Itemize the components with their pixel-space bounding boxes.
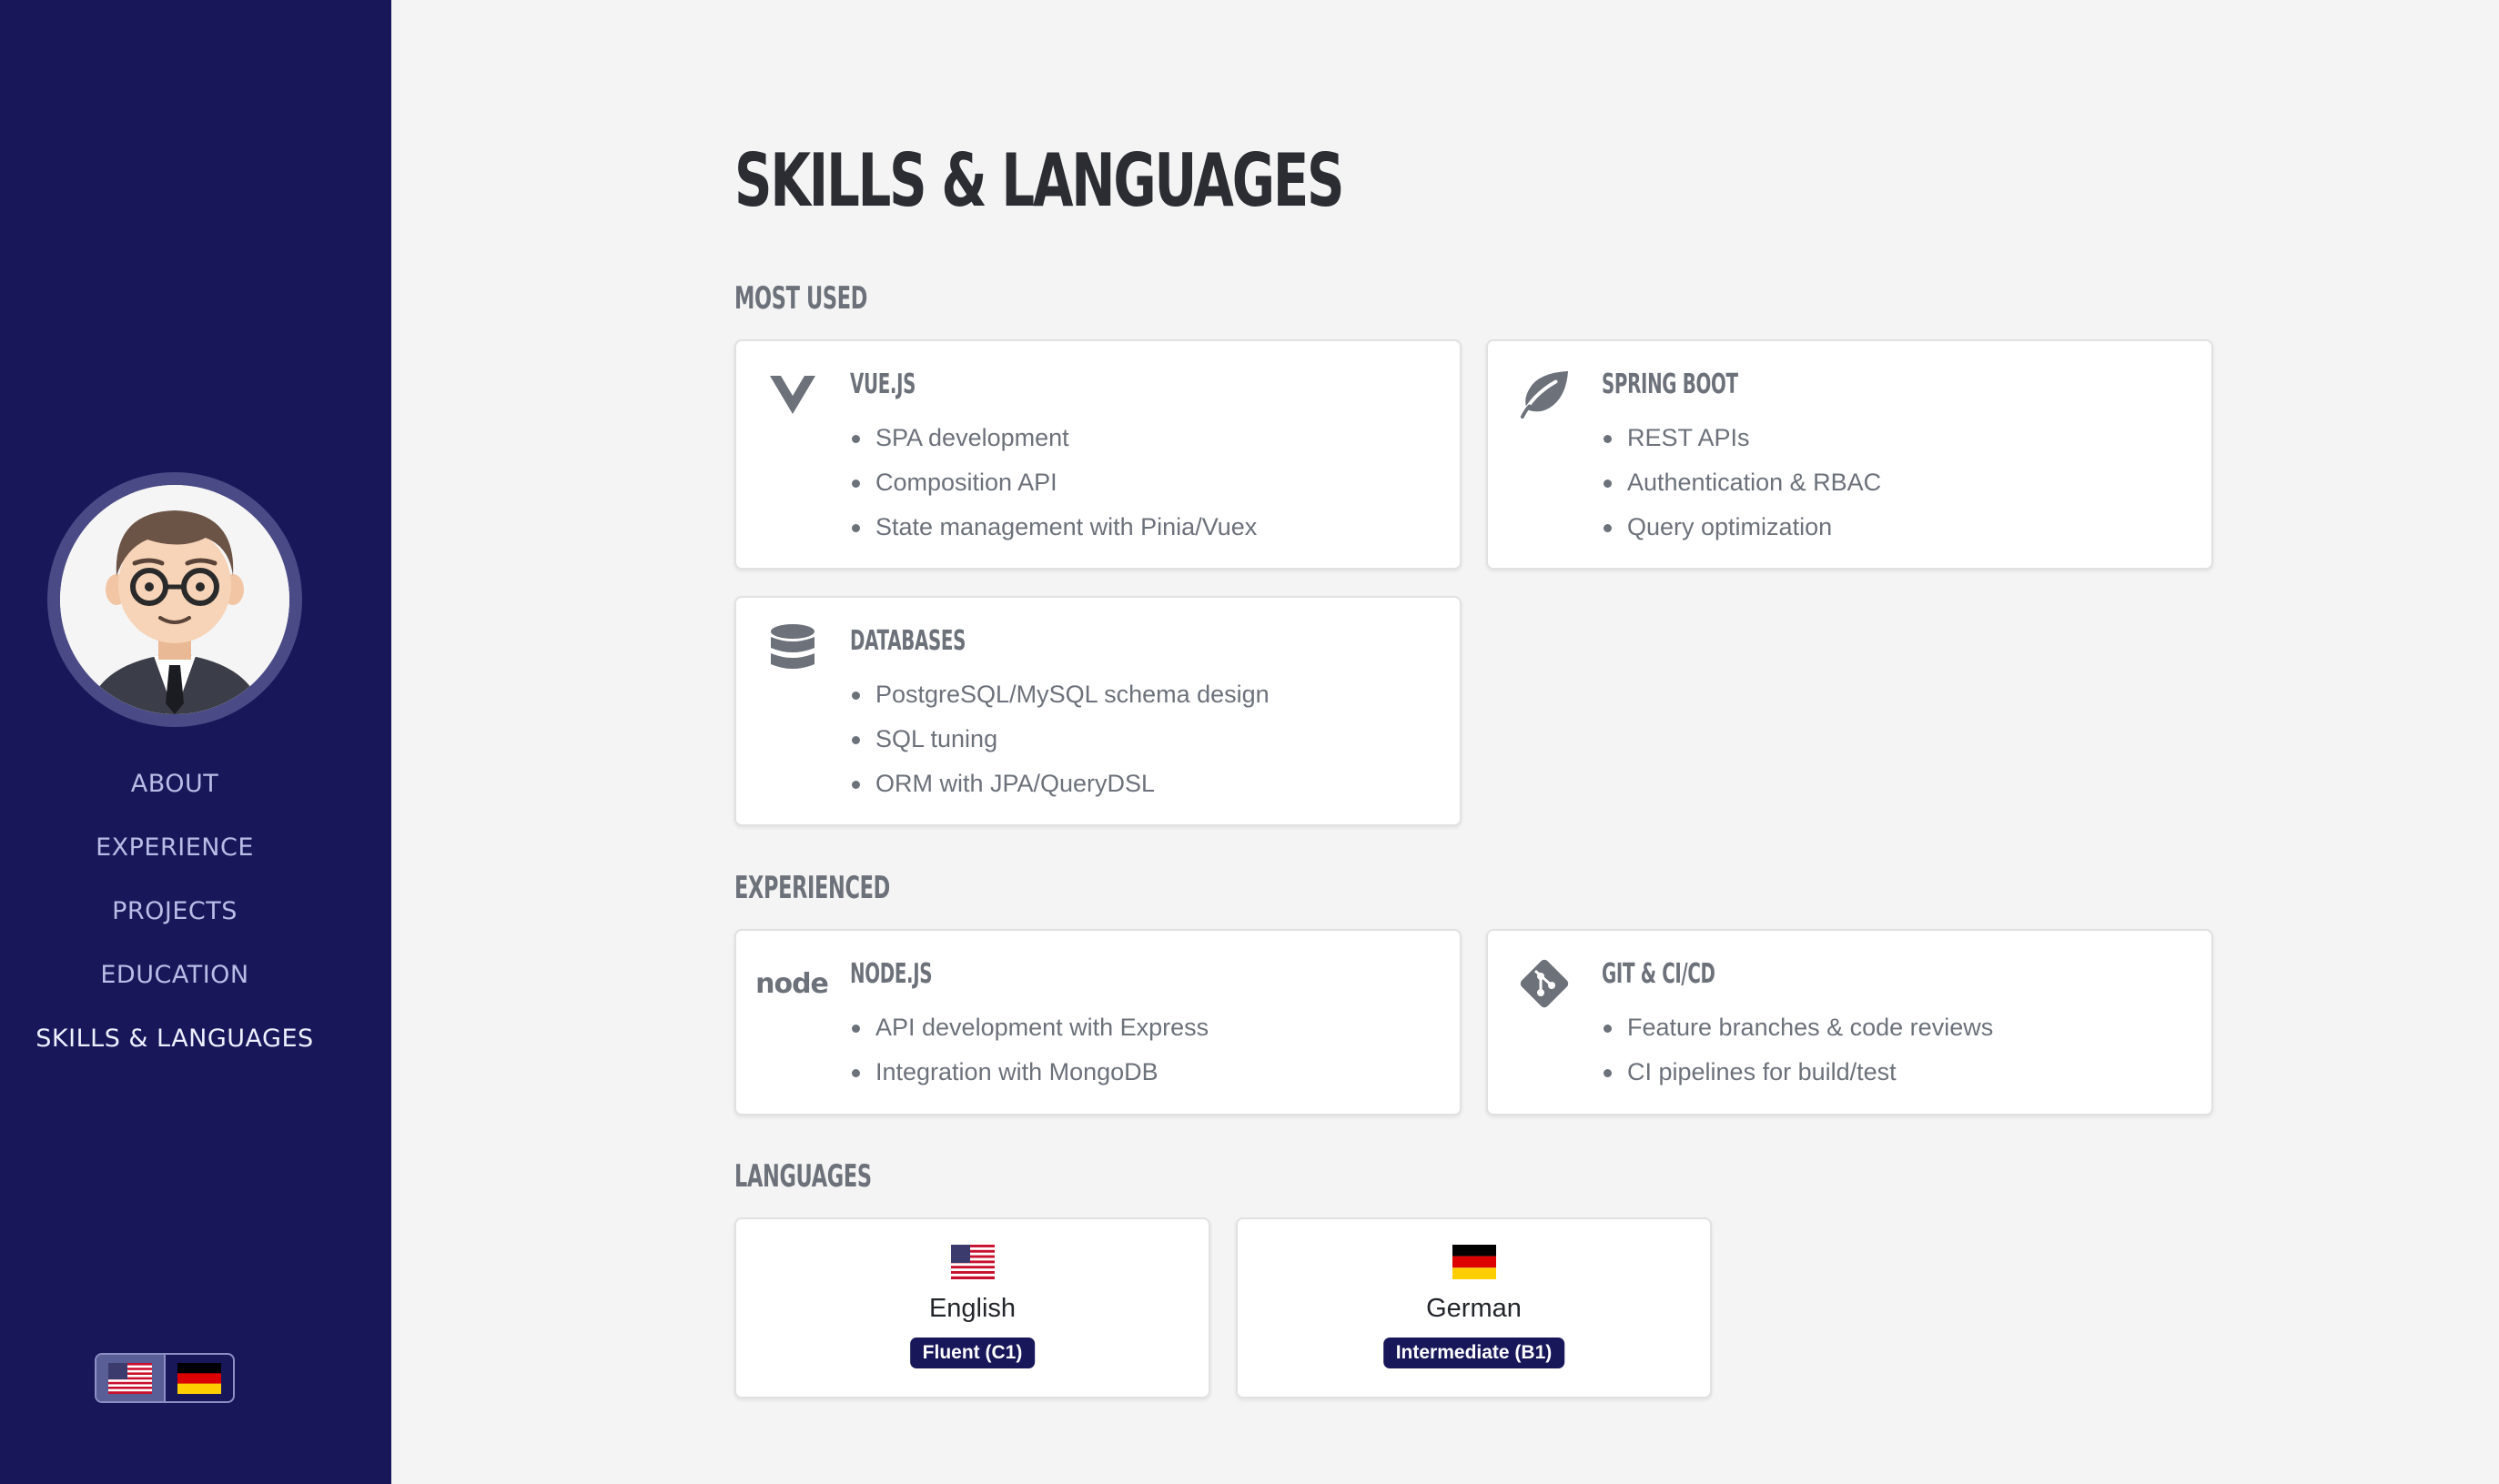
lang-button-en[interactable] xyxy=(96,1355,164,1401)
list-item: REST APIs xyxy=(1602,416,1881,460)
section-title-languages: LANGUAGES xyxy=(734,1158,872,1195)
skill-list: Feature branches & code reviews CI pipel… xyxy=(1602,1005,1993,1095)
nav-item-skills-languages[interactable]: SKILLS & LANGUAGES xyxy=(0,1017,349,1081)
list-item: Feature branches & code reviews xyxy=(1602,1005,1993,1050)
nav-item-education[interactable]: EDUCATION xyxy=(0,954,349,1017)
us-flag-icon xyxy=(108,1362,152,1394)
list-item: API development with Express xyxy=(850,1005,1209,1050)
skill-card-git: GIT & CI/CD Feature branches & code revi… xyxy=(1486,929,2213,1116)
database-icon xyxy=(767,624,818,676)
card-title: NODE.JS xyxy=(850,958,933,990)
nav-item-experience[interactable]: EXPERIENCE xyxy=(0,826,349,890)
de-flag-icon xyxy=(177,1362,221,1394)
list-item: CI pipelines for build/test xyxy=(1602,1050,1993,1095)
sidebar: ABOUT EXPERIENCE PROJECTS EDUCATION SKIL… xyxy=(0,0,391,1484)
card-title: VUE.JS xyxy=(850,368,916,400)
proficiency-badge: Intermediate (B1) xyxy=(1382,1338,1565,1368)
section-title-most-used: MOST USED xyxy=(734,280,868,317)
node-icon: node xyxy=(755,967,829,1000)
list-item: SPA development xyxy=(850,416,1257,460)
card-title: DATABASES xyxy=(850,625,966,657)
skill-card-vue: VUE.JS SPA development Composition API S… xyxy=(734,339,1462,570)
list-item: State management with Pinia/Vuex xyxy=(850,505,1257,550)
list-item: Composition API xyxy=(850,460,1257,505)
lang-button-de[interactable] xyxy=(164,1355,233,1401)
skill-list: SPA development Composition API State ma… xyxy=(850,416,1257,550)
language-card-english: English Fluent (C1) xyxy=(734,1217,1210,1398)
proficiency-badge: Fluent (C1) xyxy=(909,1338,1036,1368)
git-icon xyxy=(1519,958,1570,1009)
card-title: GIT & CI/CD xyxy=(1602,958,1715,990)
avatar xyxy=(47,472,302,727)
list-item: SQL tuning xyxy=(850,717,1270,762)
de-flag-icon xyxy=(1452,1245,1496,1279)
language-name: German xyxy=(1426,1294,1522,1323)
main-nav: ABOUT EXPERIENCE PROJECTS EDUCATION SKIL… xyxy=(0,762,349,1081)
vue-icon xyxy=(767,368,818,419)
leaf-icon xyxy=(1519,368,1570,419)
avatar-illustration xyxy=(60,485,289,714)
list-item: PostgreSQL/MySQL schema design xyxy=(850,672,1270,717)
list-item: Authentication & RBAC xyxy=(1602,460,1881,505)
skill-card-databases: DATABASES PostgreSQL/MySQL schema design… xyxy=(734,596,1462,826)
language-switcher xyxy=(95,1353,235,1403)
card-title: SPRING BOOT xyxy=(1602,368,1738,400)
section-title-experienced: EXPERIENCED xyxy=(734,870,890,906)
list-item: ORM with JPA/QueryDSL xyxy=(850,762,1270,806)
skill-card-nodejs: node NODE.JS API development with Expres… xyxy=(734,929,1462,1116)
list-item: Query optimization xyxy=(1602,505,1881,550)
nav-item-about[interactable]: ABOUT xyxy=(0,762,349,826)
nav-item-projects[interactable]: PROJECTS xyxy=(0,890,349,954)
skill-card-spring-boot: SPRING BOOT REST APIs Authentication & R… xyxy=(1486,339,2213,570)
list-item: Integration with MongoDB xyxy=(850,1050,1209,1095)
language-card-german: German Intermediate (B1) xyxy=(1236,1217,1712,1398)
skill-list: API development with Express Integration… xyxy=(850,1005,1209,1095)
skill-list: PostgreSQL/MySQL schema design SQL tunin… xyxy=(850,672,1270,806)
page-title: SKILLS & LANGUAGES xyxy=(734,138,1345,223)
us-flag-icon xyxy=(951,1245,995,1279)
language-name: English xyxy=(928,1294,1017,1323)
skill-list: REST APIs Authentication & RBAC Query op… xyxy=(1602,416,1881,550)
